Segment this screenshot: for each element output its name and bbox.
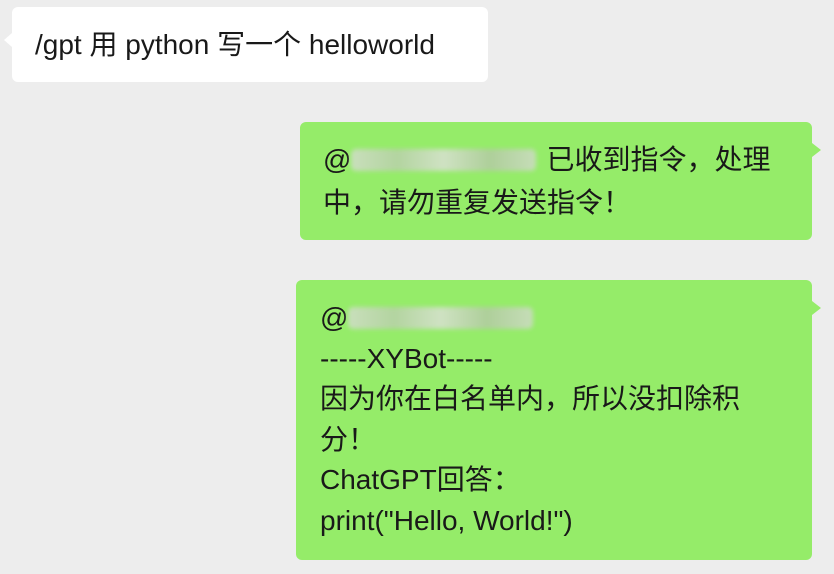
message-line: 分！ [320,423,377,455]
bubble-tail [812,143,821,157]
chat-message-list[interactable]: /gpt 用 python 写一个 helloworld @ 已收到指令，处理 中… [0,0,834,574]
message-content: /gpt 用 python 写一个 helloworld [12,7,488,82]
message-text: 已收到指令，处理 [546,144,771,175]
bubble-tail [4,33,12,47]
blurred-username [348,306,534,329]
message-content: @ 已收到指令，处理 中，请勿重复发送指令！ [300,122,812,240]
outgoing-message-bubble[interactable]: @ -----XYBot----- 因为你在白名单内，所以没扣除积 分！ Cha… [296,280,821,560]
message-line: @ 已收到指令，处理 [323,138,789,181]
message-line: ChatGPT回答： [320,464,521,495]
mention-at: @ [320,302,349,333]
mention-at: @ [323,144,352,175]
message-line: 中，请勿重复发送指令！ [323,187,632,218]
message-text: /gpt 用 python 写一个 helloworld [35,29,435,60]
outgoing-message-bubble[interactable]: @ 已收到指令，处理 中，请勿重复发送指令！ [300,122,821,240]
incoming-message-bubble[interactable]: /gpt 用 python 写一个 helloworld [4,7,488,82]
message-line: @ [320,298,788,339]
message-line: 因为你在白名单内，所以没扣除积 [320,383,741,414]
blurred-username [351,148,537,171]
message-content: @ -----XYBot----- 因为你在白名单内，所以没扣除积 分！ Cha… [296,280,812,560]
bot-header-line: -----XYBot----- [320,342,493,374]
code-line: print("Hello, World!") [320,504,573,536]
bubble-tail [812,301,821,315]
